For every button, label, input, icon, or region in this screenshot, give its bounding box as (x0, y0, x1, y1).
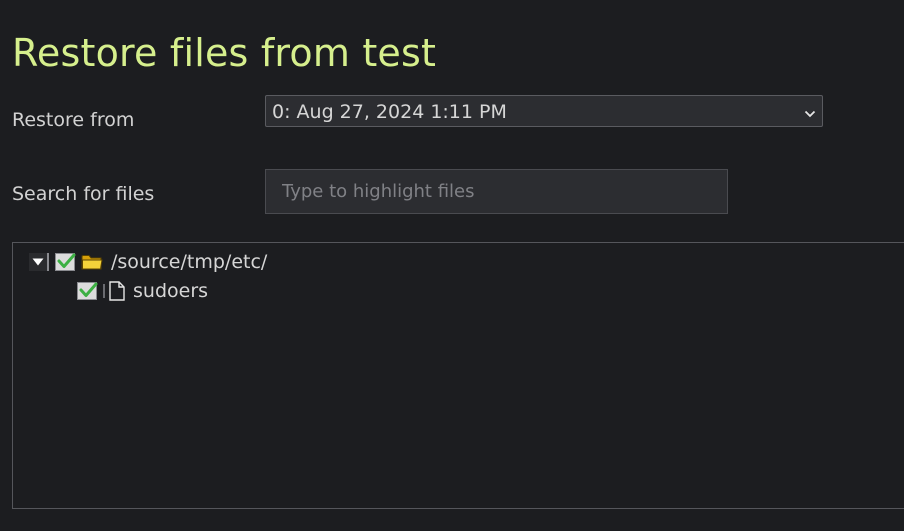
chevron-down-icon (804, 105, 816, 118)
folder-icon (81, 253, 103, 271)
tree-node-file[interactable]: sudoers (77, 277, 208, 305)
tree-node-label: /source/tmp/etc/ (111, 251, 268, 273)
checkbox-file[interactable] (77, 282, 98, 300)
tree-node-root[interactable]: /source/tmp/etc/ (29, 248, 267, 276)
triangle-down-icon (32, 258, 44, 266)
check-icon (79, 282, 98, 297)
check-icon (57, 253, 76, 268)
page-title: Restore files from test (12, 31, 437, 75)
file-icon (109, 281, 125, 301)
search-files-label: Search for files (12, 183, 155, 205)
tree-node-label: sudoers (133, 280, 209, 302)
checkbox-root[interactable] (55, 253, 76, 271)
restore-from-select[interactable]: 0: Aug 27, 2024 1:11 PM (265, 95, 823, 127)
divider (103, 284, 105, 298)
file-tree: /source/tmp/etc/ sudoers (12, 242, 904, 509)
expand-collapse-toggle[interactable] (29, 253, 49, 271)
restore-from-selected-value: 0: Aug 27, 2024 1:11 PM (272, 101, 507, 123)
search-files-input[interactable] (265, 169, 728, 214)
restore-from-label: Restore from (12, 109, 135, 131)
